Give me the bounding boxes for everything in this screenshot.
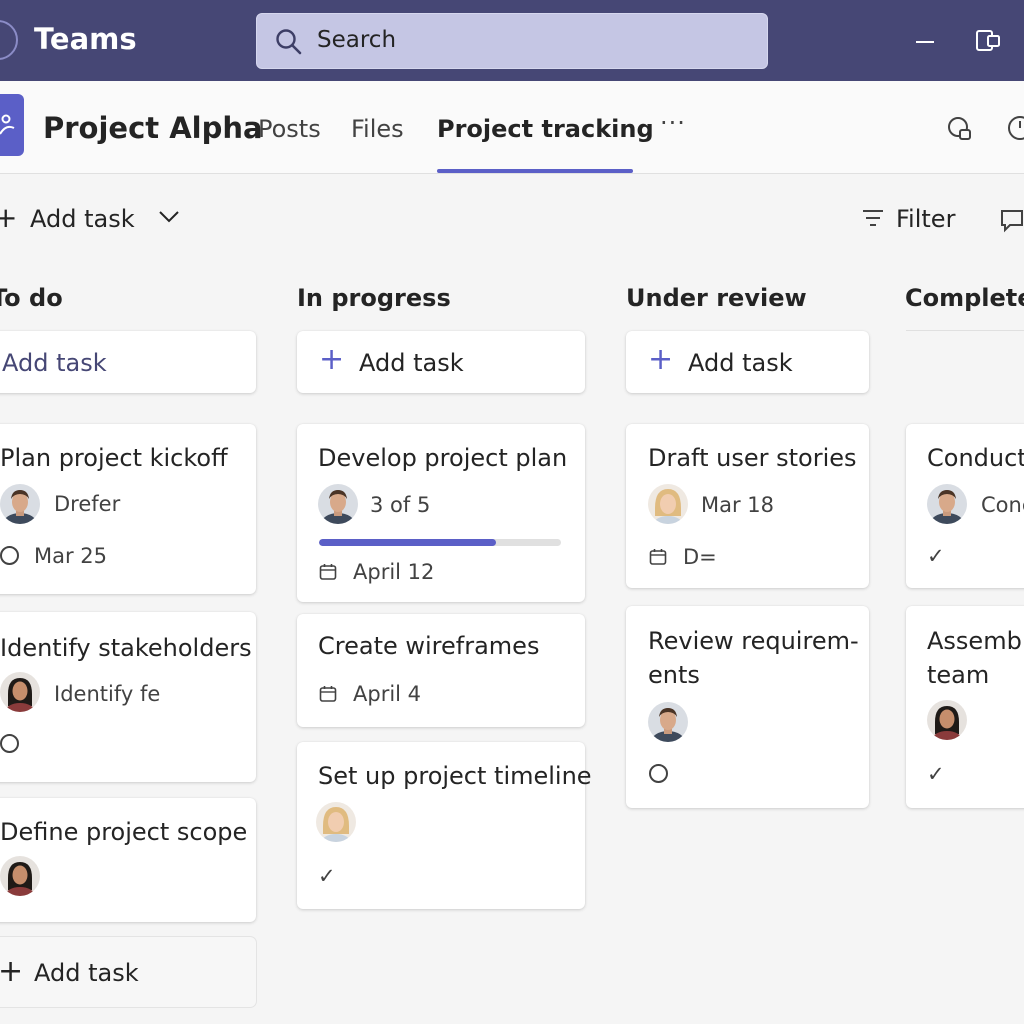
assignee-avatar [318, 484, 358, 524]
task-title: Conduct [927, 444, 1024, 472]
completed-check-icon[interactable]: ✓ [318, 864, 336, 888]
add-task-card[interactable]: + Add task [626, 331, 869, 393]
team-icon [0, 114, 15, 135]
assignee-avatar [0, 484, 40, 524]
task-card[interactable]: Develop project plan 3 of 5 April 12 [297, 424, 585, 602]
chevron-down-icon[interactable] [158, 210, 180, 224]
channel-name: Project Alpha [43, 111, 263, 145]
task-title: Set up project timeline [318, 762, 592, 790]
plus-icon: + [0, 201, 18, 234]
minimize-icon[interactable] [914, 24, 936, 60]
task-card[interactable]: Define project scope [0, 798, 256, 922]
task-extra-label: D= [683, 545, 717, 569]
column-divider [906, 330, 1024, 331]
task-card[interactable]: Review requirem- ents [626, 606, 869, 808]
task-card[interactable]: Identify stakeholders Identify fe [0, 612, 256, 782]
tab-posts[interactable]: Posts [258, 115, 321, 143]
task-title: Draft user stories [648, 444, 857, 472]
column-title-in-progress: In progress [297, 284, 451, 312]
task-card[interactable]: Plan project kickoff Drefer Mar 25 [0, 424, 256, 594]
checklist-count: 3 of 5 [370, 493, 431, 517]
status-circle-icon[interactable] [649, 764, 668, 783]
more-tabs-button[interactable]: ··· [660, 109, 686, 137]
due-date: Mar 18 [701, 493, 775, 517]
task-title-line-1: Assemble [927, 627, 1024, 655]
team-avatar[interactable] [0, 94, 24, 156]
column-title-under-review: Under review [626, 284, 807, 312]
progress-bar [319, 539, 561, 546]
due-date: Mar 25 [34, 544, 108, 568]
title-bar: Teams Search [0, 0, 1024, 81]
plus-icon: + [0, 954, 24, 989]
app-title: Teams [34, 22, 137, 56]
calendar-icon [649, 548, 667, 565]
meet-icon[interactable] [946, 115, 974, 143]
task-title: Identify stakeholders [0, 634, 252, 662]
search-icon [276, 29, 302, 55]
plus-icon: + [648, 342, 674, 377]
completed-check-icon[interactable]: ✓ [927, 762, 945, 786]
completed-check-icon[interactable]: ✓ [927, 544, 945, 568]
task-title: Plan project kickoff [0, 444, 228, 472]
back-icon[interactable] [0, 20, 18, 60]
chat-icon[interactable] [1000, 208, 1024, 234]
filter-button[interactable]: Filter [896, 205, 955, 233]
assignee-avatar [648, 484, 688, 524]
active-tab-indicator [437, 169, 633, 173]
task-title-line-2: ents [648, 661, 700, 689]
task-title-line-2: team [927, 661, 990, 689]
add-task-label: Add task [359, 349, 464, 377]
tab-project-tracking[interactable]: Project tracking [437, 115, 654, 143]
calendar-icon [319, 563, 337, 580]
status-circle-icon[interactable] [0, 546, 19, 565]
toolbar-add-task-label: Add task [30, 205, 135, 233]
search-box[interactable]: Search [256, 13, 768, 69]
due-date: April 12 [353, 560, 435, 584]
filter-icon[interactable] [862, 209, 884, 229]
assignee-name: Conc [981, 493, 1024, 517]
plus-icon: + [319, 342, 345, 377]
progress-fill [319, 539, 496, 546]
assignee-avatar [0, 856, 40, 896]
assignee-avatar [648, 702, 688, 742]
add-task-card[interactable]: + Add task [297, 331, 585, 393]
add-task-bottom-button[interactable]: + Add task [0, 937, 256, 1007]
task-title: Define project scope [0, 818, 248, 846]
task-title-line-1: Review requirem- [648, 627, 859, 655]
column-title-to-do: To do [0, 284, 63, 312]
add-task-label: Add task [688, 349, 793, 377]
status-circle-icon[interactable] [0, 734, 19, 753]
task-card[interactable]: Set up project timeline ✓ [297, 742, 592, 909]
assignee-avatar [316, 802, 356, 842]
task-card[interactable]: Assemble team ✓ [906, 606, 1024, 808]
task-title: Create wireframes [318, 632, 540, 660]
tab-files[interactable]: Files [351, 115, 404, 143]
add-task-card[interactable]: Add task [0, 331, 256, 393]
assignee-avatar [0, 672, 40, 712]
add-task-label: Add task [2, 349, 107, 377]
channel-header: Project Alpha Posts Files Project tracki… [0, 81, 1024, 174]
activity-icon[interactable] [1004, 115, 1024, 143]
assignee-name: Identify fe [54, 682, 161, 706]
task-card[interactable]: Draft user stories Mar 18 D= [626, 424, 869, 588]
calendar-icon [319, 685, 337, 702]
due-date: April 4 [353, 682, 422, 706]
column-title-completed: Completed [905, 284, 1024, 312]
task-title: Develop project plan [318, 444, 568, 472]
assignee-avatar [927, 700, 967, 740]
assignee-name: Drefer [54, 492, 121, 516]
restore-icon[interactable] [974, 24, 1002, 60]
search-input[interactable]: Search [317, 27, 396, 53]
add-task-label: Add task [34, 959, 139, 987]
task-card[interactable]: Create wireframes April 4 [297, 614, 585, 727]
task-card[interactable]: Conduct Conc ✓ [906, 424, 1024, 588]
assignee-avatar [927, 484, 967, 524]
